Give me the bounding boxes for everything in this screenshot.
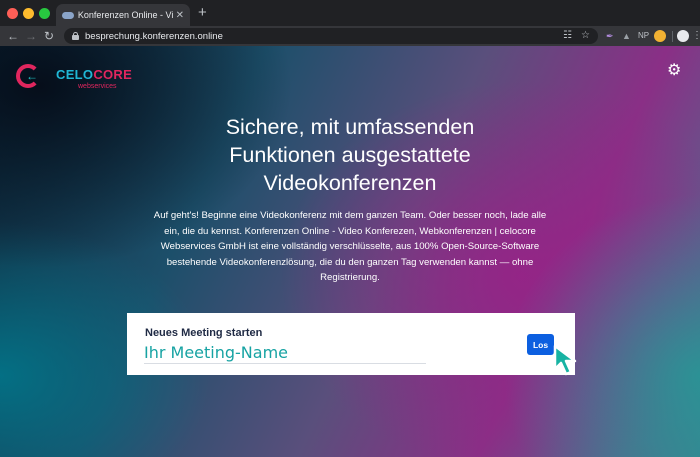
logo-arrow-icon: ← [26,69,38,83]
settings-gear-icon[interactable]: ⚙ [667,63,681,79]
headline-line-1: Sichere, mit umfassenden [225,115,475,139]
np-extension-icon[interactable]: NP [638,29,649,43]
feather-extension-icon[interactable]: ✒ [606,29,614,43]
url-text[interactable]: besprechung.konferenzen.online [85,31,223,42]
extension-icon[interactable]: ▲ [622,29,631,43]
menu-icon[interactable]: ⋮ [692,29,700,43]
lock-icon[interactable] [72,32,79,40]
logo-name-part2: CORE [93,67,133,82]
forward-icon[interactable]: → [25,28,37,44]
address-bar[interactable]: besprechung.konferenzen.online ☷ ☆ [64,28,598,44]
logo-name: CELOCORE [56,67,132,82]
toolbar-divider [672,31,673,42]
minimize-window-button[interactable] [23,8,34,19]
maximize-window-button[interactable] [39,8,50,19]
tab-title: Konferenzen Online - Video Konferenzen [77,10,173,20]
start-meeting-button[interactable]: Los [527,334,554,355]
new-tab-button[interactable]: + [198,5,207,21]
pointer-cursor-icon [553,344,577,376]
back-icon[interactable]: ← [7,28,19,44]
browser-tab[interactable]: Konferenzen Online - Video Konferenzen ✕ [56,4,190,26]
browser-tab-bar: Konferenzen Online - Video Konferenzen ✕… [0,0,700,26]
celocore-logo[interactable]: ← CELOCORE webservices [16,64,136,92]
reload-icon[interactable]: ↻ [44,28,54,44]
intro-text: Auf geht's! Beginne eine Videokonferenz … [153,210,547,283]
logo-name-part1: CELO [56,67,94,82]
headline-line-2: Funktionen ausgestattete [229,143,471,167]
close-window-button[interactable] [7,8,18,19]
meeting-name-input[interactable] [144,342,426,364]
avatar-extension-icon[interactable] [654,30,666,42]
new-meeting-card: Neues Meeting starten Los [127,313,575,375]
star-icon[interactable]: ☆ [581,29,590,43]
profile-icon[interactable] [677,30,689,42]
page-background: ← CELOCORE webservices ⚙ Sichere, mit um… [0,46,700,457]
new-meeting-title: Neues Meeting starten [145,327,263,339]
page-headline: Sichere, mit umfassenden Funktionen ausg… [150,113,550,197]
translate-icon[interactable]: ☷ [563,29,572,43]
logo-subtitle: webservices [78,83,117,90]
browser-toolbar: ← → ↻ besprechung.konferenzen.online ☷ ☆… [0,26,700,46]
tab-favicon-icon [62,11,74,20]
tab-close-icon[interactable]: ✕ [176,10,184,21]
headline-line-3: Videokonferenzen [263,171,437,195]
